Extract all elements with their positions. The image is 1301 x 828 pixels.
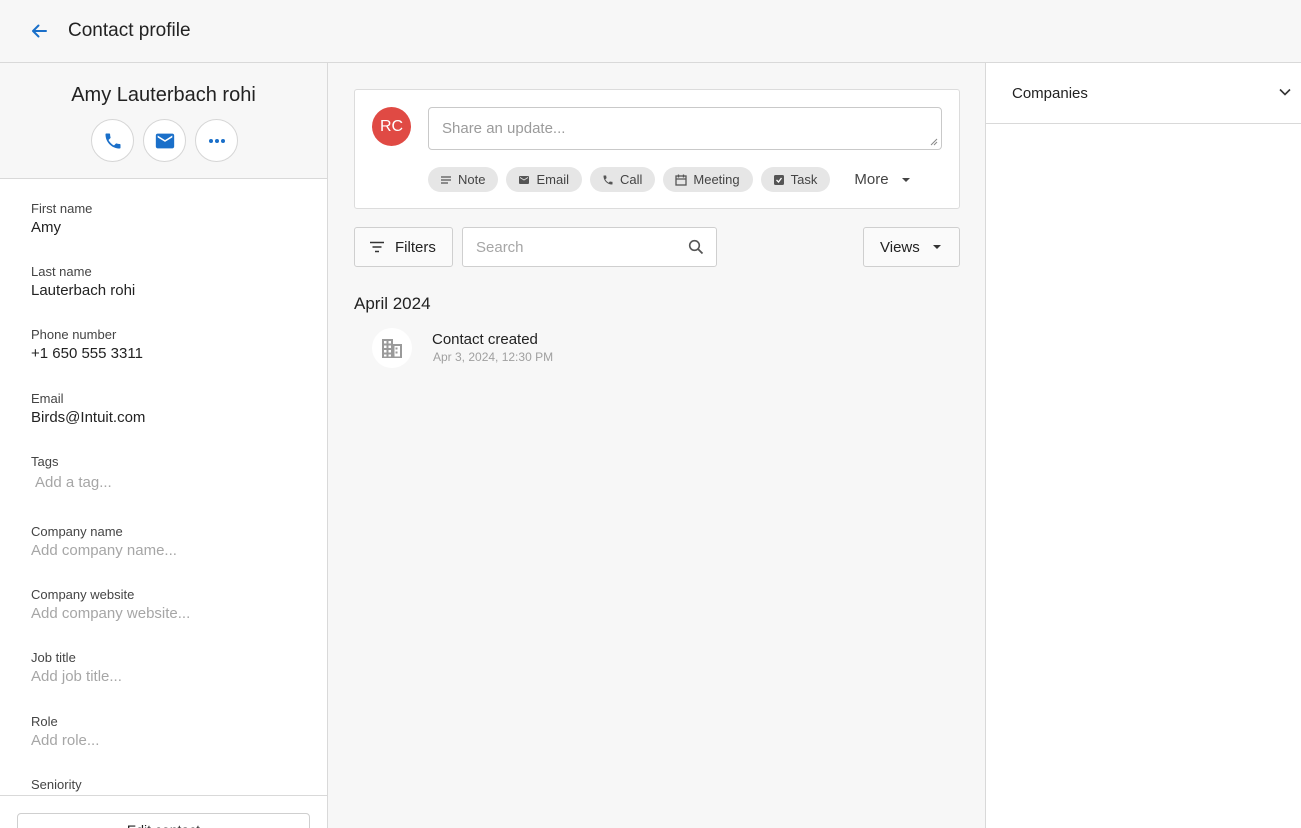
- timeline-item[interactable]: Contact created Apr 3, 2024, 12:30 PM: [372, 328, 872, 368]
- tags-input[interactable]: Add a tag...: [31, 474, 112, 491]
- timeline-month-heading: April 2024: [354, 294, 431, 313]
- meeting-chip[interactable]: Meeting: [663, 167, 753, 192]
- search-icon[interactable]: [688, 239, 704, 255]
- activity-toolbar: Filters Search Views: [354, 227, 960, 267]
- filter-icon: [370, 241, 384, 253]
- note-chip[interactable]: Note: [428, 167, 499, 192]
- field-label: Company website: [31, 587, 135, 602]
- task-check-icon: [773, 174, 784, 185]
- more-horizontal-icon: [208, 138, 225, 143]
- timeline-item-date: Apr 3, 2024, 12:30 PM: [433, 350, 554, 364]
- share-update-placeholder: Share an update...: [442, 120, 566, 137]
- field-role[interactable]: Role Add role...: [31, 714, 99, 749]
- field-label: Job title: [31, 650, 76, 665]
- note-icon: [441, 175, 451, 184]
- contact-name: Amy Lauterbach rohi: [71, 84, 256, 106]
- caret-down-icon: [932, 245, 941, 249]
- views-label: Views: [880, 238, 920, 256]
- email-chip[interactable]: Email: [506, 167, 582, 192]
- field-label: Phone number: [31, 327, 117, 342]
- call-action-button[interactable]: [91, 119, 134, 162]
- companies-label: Companies: [1012, 85, 1088, 102]
- company-name-input[interactable]: Add company name...: [31, 542, 177, 559]
- share-update-input[interactable]: Share an update...: [428, 107, 942, 150]
- calendar-icon: [675, 174, 688, 186]
- chip-label: Email: [536, 172, 569, 187]
- resize-grip-icon[interactable]: [930, 138, 938, 146]
- activity-panel: RC Share an update... Note Email Call Me…: [328, 63, 985, 828]
- field-tags[interactable]: Tags Add a tag...: [31, 454, 112, 491]
- task-chip[interactable]: Task: [760, 167, 831, 192]
- arrow-left-icon: [32, 24, 47, 38]
- field-value: Amy: [31, 219, 61, 236]
- update-composer: RC Share an update... Note Email Call Me…: [354, 89, 960, 209]
- companies-section-toggle[interactable]: Companies: [986, 63, 1301, 124]
- phone-icon: [603, 175, 613, 184]
- top-header: Contact profile: [0, 0, 1301, 63]
- building-icon: [372, 328, 412, 368]
- field-company-name[interactable]: Company name Add company name...: [31, 524, 177, 559]
- field-job-title[interactable]: Job title Add job title...: [31, 650, 122, 685]
- chevron-down-icon: [1279, 88, 1291, 96]
- phone-icon: [105, 133, 120, 148]
- more-actions-button[interactable]: [195, 119, 238, 162]
- field-label: Email: [31, 391, 64, 406]
- user-avatar: RC: [372, 107, 411, 146]
- field-value: Lauterbach rohi: [31, 282, 136, 299]
- filters-button[interactable]: Filters: [354, 227, 453, 267]
- field-label: Role: [31, 714, 58, 729]
- field-label: Company name: [31, 524, 123, 539]
- chip-label: Call: [619, 172, 643, 187]
- field-first-name[interactable]: First name Amy: [31, 201, 92, 236]
- filters-label: Filters: [395, 238, 436, 256]
- field-label: Seniority: [31, 777, 82, 792]
- left-panel-footer: Edit contact: [0, 795, 327, 828]
- more-label: More: [854, 171, 889, 188]
- job-title-input[interactable]: Add job title...: [31, 668, 122, 685]
- field-label: Tags: [31, 454, 59, 469]
- contact-summary: Amy Lauterbach rohi: [0, 63, 327, 179]
- chip-label: Task: [790, 172, 818, 187]
- field-phone-number[interactable]: Phone number +1 650 555 3311: [31, 327, 143, 362]
- field-label: Last name: [31, 264, 92, 279]
- call-chip[interactable]: Call: [589, 167, 656, 192]
- field-value: Birds@Intuit.com: [31, 409, 146, 426]
- views-dropdown[interactable]: Views: [863, 227, 960, 267]
- field-last-name[interactable]: Last name Lauterbach rohi: [31, 264, 135, 299]
- activity-type-chips: Note Email Call Meeting Task More: [428, 167, 911, 192]
- chip-label: Meeting: [693, 172, 740, 187]
- company-website-input[interactable]: Add company website...: [31, 605, 190, 622]
- related-records-panel: Companies: [985, 63, 1301, 828]
- field-label: First name: [31, 201, 93, 216]
- back-button[interactable]: [24, 16, 54, 46]
- activity-search-input[interactable]: Search: [462, 227, 717, 267]
- field-email[interactable]: Email Birds@Intuit.com: [31, 391, 145, 426]
- page-title: Contact profile: [68, 20, 191, 41]
- field-value: +1 650 555 3311: [31, 345, 143, 362]
- timeline-item-title: Contact created: [432, 331, 538, 348]
- email-action-button[interactable]: [143, 119, 186, 162]
- contact-details-panel: Amy Lauterbach rohi First name Amy Last …: [0, 63, 328, 828]
- more-activity-dropdown[interactable]: More: [854, 171, 910, 188]
- mail-icon: [155, 133, 174, 148]
- mail-icon: [519, 175, 530, 184]
- search-placeholder: Search: [476, 238, 524, 256]
- contact-actions: [91, 119, 238, 162]
- field-seniority[interactable]: Seniority: [31, 777, 82, 792]
- field-company-website[interactable]: Company website Add company website...: [31, 587, 190, 622]
- role-input[interactable]: Add role...: [31, 732, 99, 749]
- caret-down-icon: [901, 177, 910, 182]
- edit-contact-button[interactable]: Edit contact: [17, 813, 310, 828]
- chip-label: Note: [458, 172, 486, 187]
